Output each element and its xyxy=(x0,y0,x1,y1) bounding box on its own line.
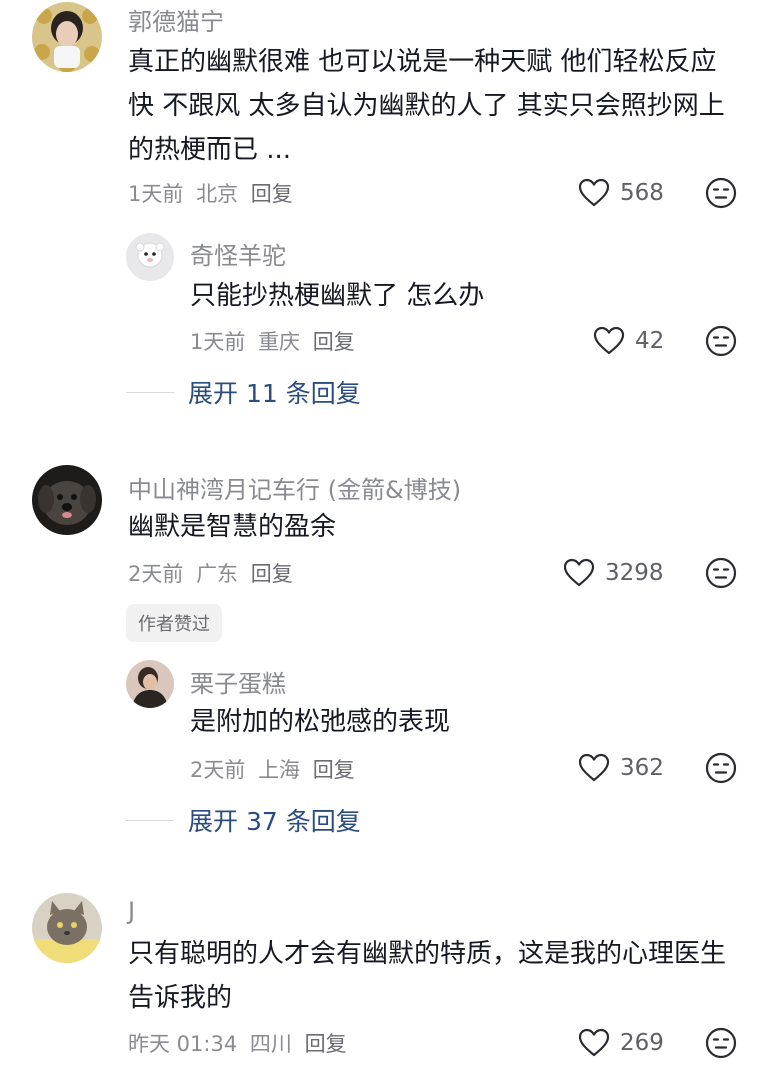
neutral-face-icon[interactable] xyxy=(705,752,737,784)
comment-username[interactable]: 中山神湾月记车行 (金箭&博技) xyxy=(128,470,461,505)
reply-meta: 1天前 重庆 回复 xyxy=(190,326,355,356)
author-liked-badge: 作者赞过 xyxy=(126,604,222,642)
expand-replies-button[interactable]: 展开 37 条回复 xyxy=(126,800,361,840)
comment-time: 1天前 xyxy=(128,182,184,206)
reply-location: 重庆 xyxy=(258,330,301,354)
comment-text: 只有聪明的人才会有幽默的特质，这是我的心理医生告诉我的 xyxy=(128,939,727,1013)
comment-username[interactable]: J xyxy=(128,897,135,925)
avatar[interactable] xyxy=(32,893,102,963)
heart-outline-icon xyxy=(578,753,610,782)
like-count: 362 xyxy=(620,755,664,781)
like-button[interactable]: 269 xyxy=(578,1025,664,1061)
comment-username[interactable]: 郭德猫宁 xyxy=(128,2,224,37)
reply-time: 2天前 xyxy=(190,758,246,782)
like-count: 3298 xyxy=(605,560,664,586)
reply-button[interactable]: 回复 xyxy=(305,1032,347,1056)
comment-meta: 2天前 广东 回复 xyxy=(128,558,293,588)
reply-meta: 2天前 上海 回复 xyxy=(190,754,355,784)
like-button[interactable]: 362 xyxy=(578,750,664,786)
comment-location: 广东 xyxy=(196,562,239,586)
reply-button[interactable]: 回复 xyxy=(313,330,355,354)
avatar-image-person-icon xyxy=(126,660,174,708)
like-count: 568 xyxy=(620,180,664,206)
comment-location: 北京 xyxy=(196,182,239,206)
reply-text: 是附加的松弛感的表现 xyxy=(190,707,451,737)
reply-username[interactable]: 栗子蛋糕 xyxy=(190,664,286,699)
expand-replies-label: 展开 11 条回复 xyxy=(188,379,361,408)
comment-text: 真正的幽默很难 也可以说是一种天赋 他们轻松反应快 不跟风 太多自认为幽默的人了… xyxy=(128,47,725,165)
comment-time: 昨天 01:34 xyxy=(128,1032,238,1056)
like-count: 269 xyxy=(620,1030,664,1056)
avatar[interactable] xyxy=(32,2,102,72)
avatar[interactable] xyxy=(126,660,174,708)
reply-button[interactable]: 回复 xyxy=(251,182,293,206)
heart-outline-icon xyxy=(578,178,610,207)
comment-location: 四川 xyxy=(249,1032,292,1056)
divider xyxy=(126,819,174,821)
reply-text: 只能抄热梗幽默了 怎么办 xyxy=(190,281,485,311)
avatar-image-woman-icon xyxy=(32,2,102,72)
avatar-image-dog-icon xyxy=(32,465,102,535)
neutral-face-icon[interactable] xyxy=(705,325,737,357)
expand-replies-button[interactable]: 展开 11 条回复 xyxy=(126,372,361,412)
heart-outline-icon xyxy=(593,326,625,355)
heart-outline-icon xyxy=(563,558,595,587)
reply-button[interactable]: 回复 xyxy=(251,562,293,586)
reply-button[interactable]: 回复 xyxy=(313,758,355,782)
avatar-image-cat-icon xyxy=(32,893,102,963)
reply-location: 上海 xyxy=(258,758,301,782)
like-button[interactable]: 3298 xyxy=(563,555,664,591)
avatar[interactable] xyxy=(126,233,174,281)
divider xyxy=(126,391,174,393)
avatar[interactable] xyxy=(32,465,102,535)
neutral-face-icon[interactable] xyxy=(705,557,737,589)
like-count: 42 xyxy=(635,328,665,354)
reply-time: 1天前 xyxy=(190,330,246,354)
expand-replies-label: 展开 37 条回复 xyxy=(188,807,361,836)
comment-time: 2天前 xyxy=(128,562,184,586)
like-button[interactable]: 568 xyxy=(578,175,664,211)
comment-meta: 1天前 北京 回复 xyxy=(128,178,293,208)
heart-outline-icon xyxy=(578,1028,610,1057)
neutral-face-icon[interactable] xyxy=(705,177,737,209)
like-button[interactable]: 42 xyxy=(593,323,664,359)
reply-username[interactable]: 奇怪羊驼 xyxy=(190,236,286,271)
comment-text: 幽默是智慧的盈余 xyxy=(128,512,337,542)
avatar-image-alpaca-icon xyxy=(126,233,174,281)
comment-meta: 昨天 01:34 四川 回复 xyxy=(128,1028,347,1058)
neutral-face-icon[interactable] xyxy=(705,1027,737,1059)
